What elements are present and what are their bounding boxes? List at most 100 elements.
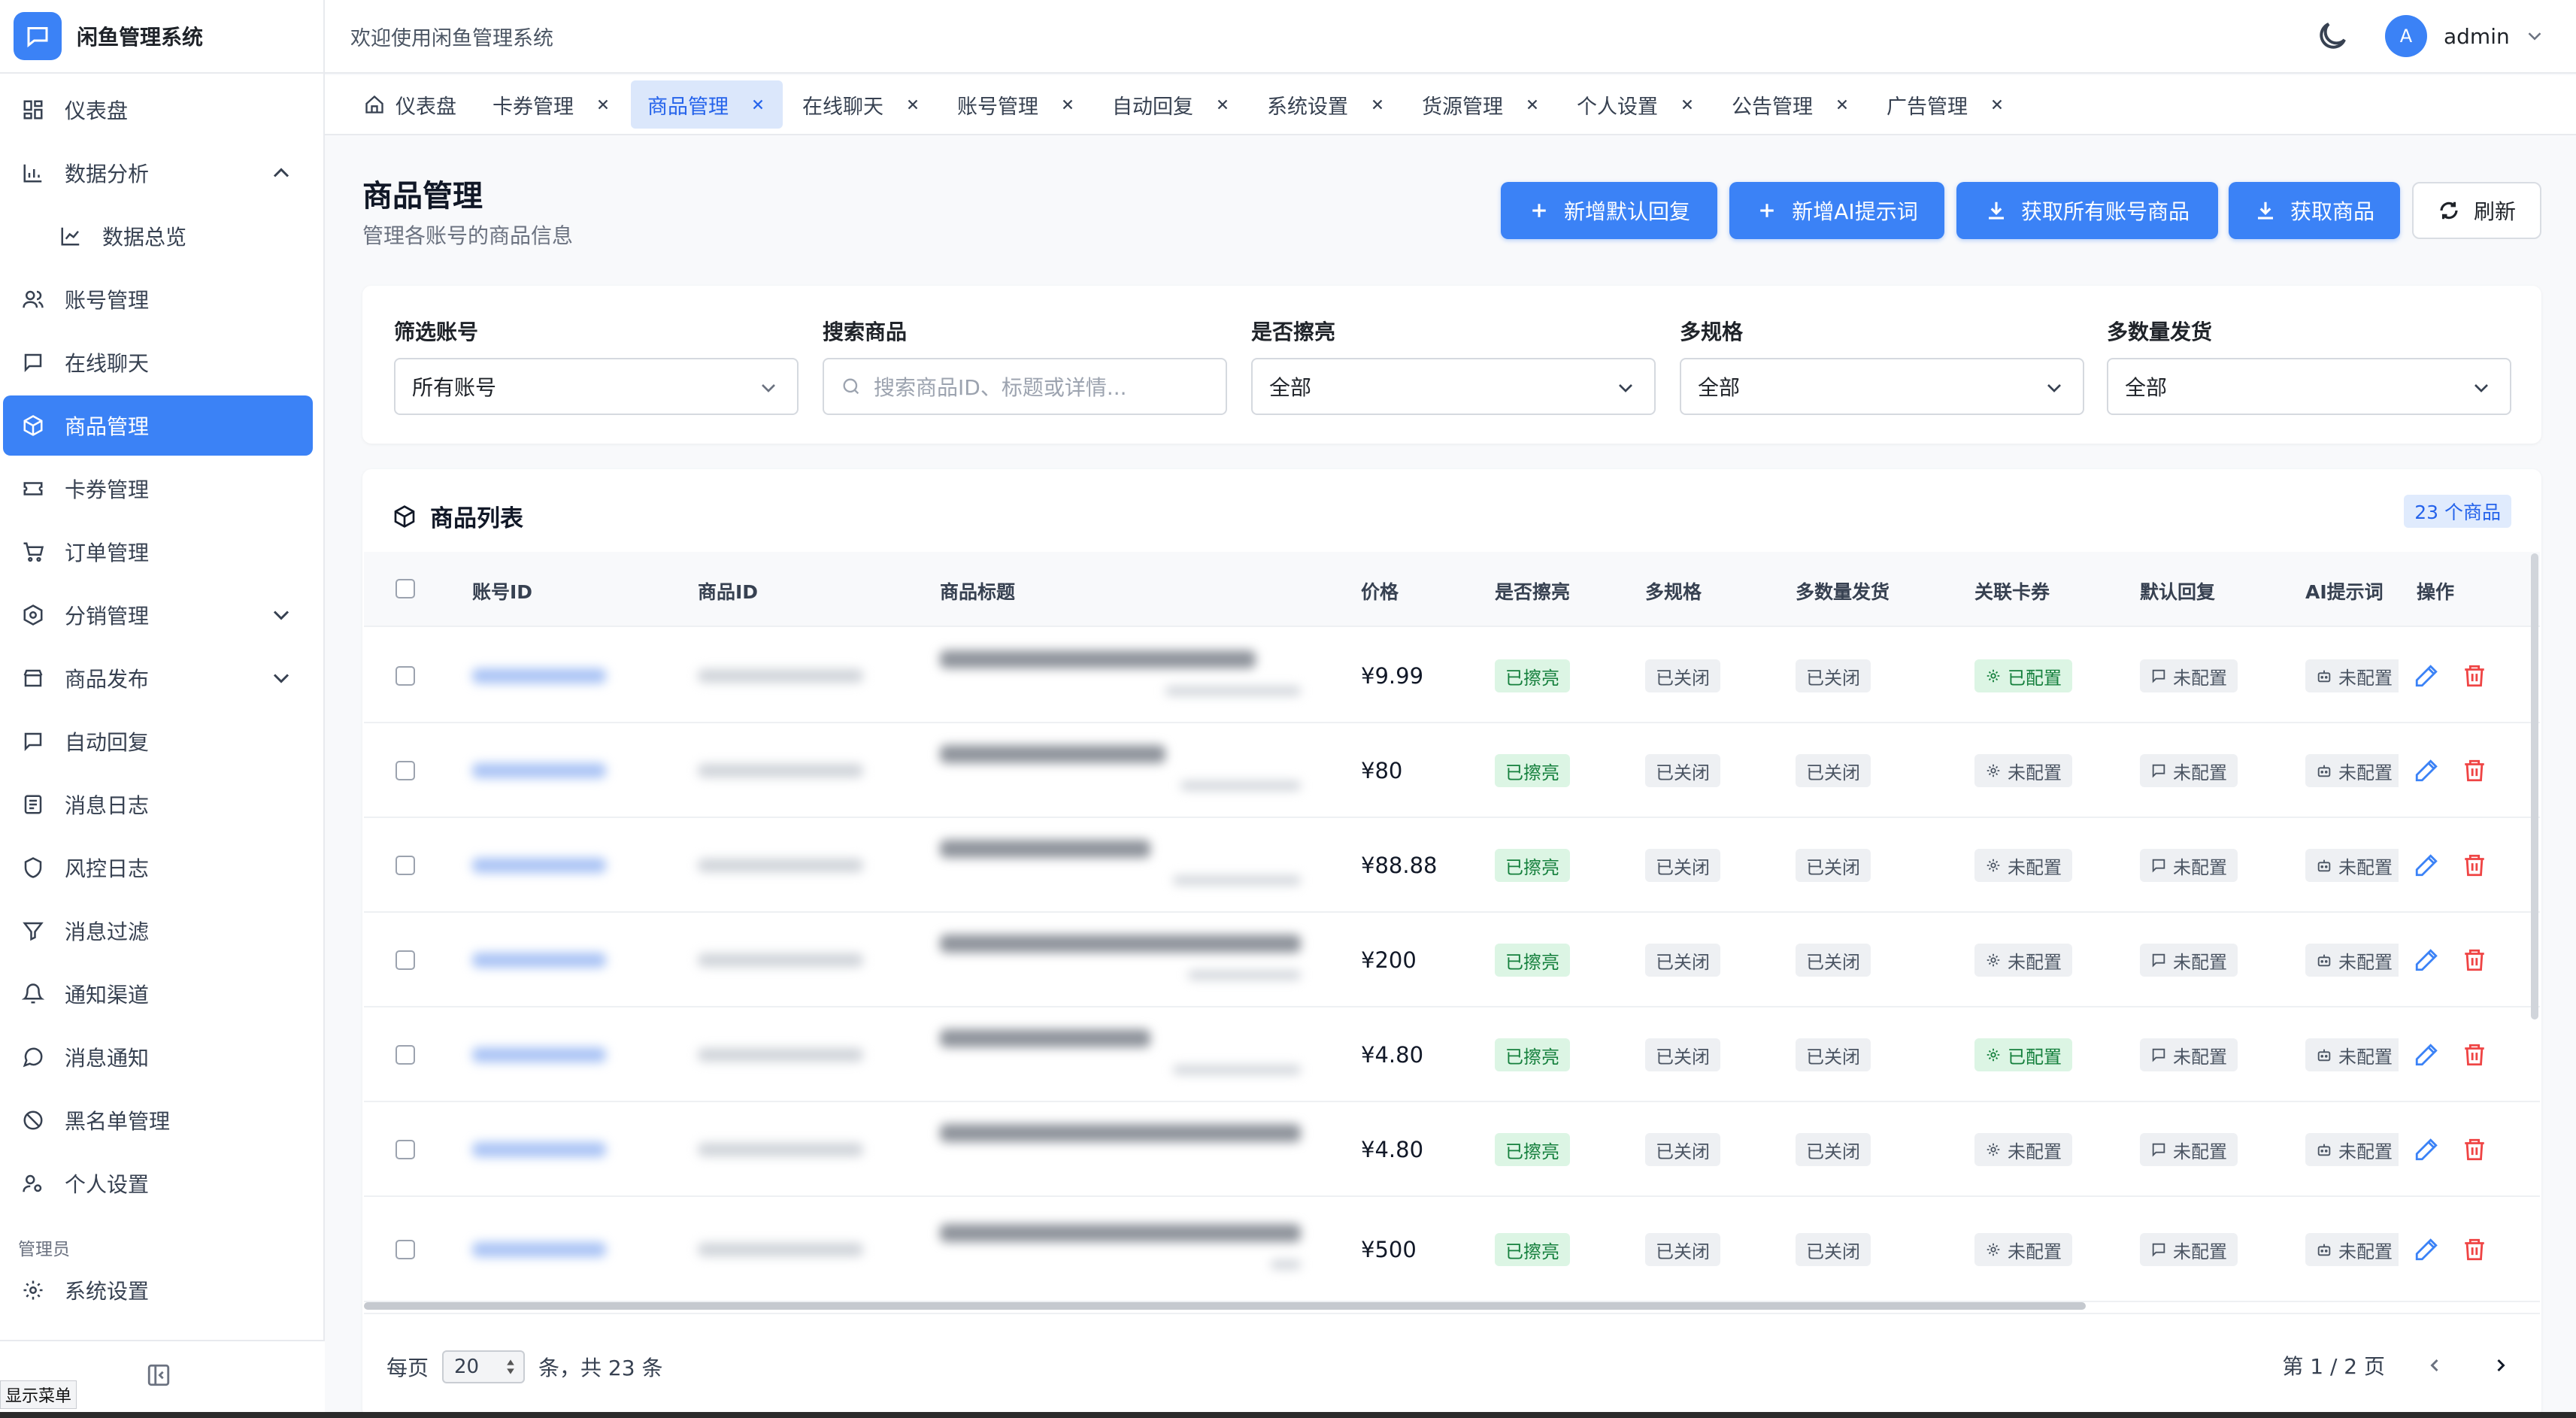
prev-page-button[interactable] <box>2418 1349 2451 1382</box>
polished-select[interactable]: 全部 <box>1251 358 1656 415</box>
sidebar-item-accounts[interactable]: 账号管理 <box>3 269 313 329</box>
fetch-all-products-button[interactable]: 获取所有账号商品 <box>1956 182 2218 239</box>
account-id-link[interactable] <box>472 668 606 683</box>
sidebar-item-message-log[interactable]: 消息日志 <box>3 774 313 835</box>
account-id-link[interactable] <box>472 1142 606 1157</box>
account-id-link[interactable] <box>472 1242 606 1257</box>
default-reply-badge[interactable]: 未配置 <box>2140 944 2238 977</box>
delete-icon[interactable] <box>2462 663 2487 689</box>
sidebar-item-products[interactable]: 商品管理 <box>3 395 313 456</box>
default-reply-badge[interactable]: 未配置 <box>2140 1038 2238 1071</box>
tab-ads[interactable]: 广告管理 <box>1870 80 2022 129</box>
ai-prompt-badge[interactable]: 未配置 <box>2305 1133 2399 1166</box>
sidebar-item-blacklist[interactable]: 黑名单管理 <box>3 1090 313 1150</box>
tab-dashboard[interactable]: 仪表盘 <box>347 80 473 129</box>
close-icon[interactable] <box>1989 96 2005 113</box>
edit-icon[interactable] <box>2414 947 2439 973</box>
card-badge[interactable]: 已配置 <box>1974 1038 2072 1071</box>
delete-icon[interactable] <box>2462 853 2487 878</box>
delete-icon[interactable] <box>2462 947 2487 973</box>
card-badge[interactable]: 未配置 <box>1974 1133 2072 1166</box>
multi-spec-select[interactable]: 全部 <box>1680 358 2084 415</box>
default-reply-badge[interactable]: 未配置 <box>2140 1233 2238 1266</box>
horizontal-scrollbar[interactable] <box>364 1302 2086 1310</box>
default-reply-badge[interactable]: 未配置 <box>2140 849 2238 882</box>
card-badge[interactable]: 已配置 <box>1974 659 2072 692</box>
default-reply-badge[interactable]: 未配置 <box>2140 754 2238 787</box>
close-icon[interactable] <box>750 96 766 113</box>
delete-icon[interactable] <box>2462 1042 2487 1068</box>
close-icon[interactable] <box>905 96 921 113</box>
sidebar-item-auto-reply[interactable]: 自动回复 <box>3 711 313 771</box>
delete-icon[interactable] <box>2462 1137 2487 1162</box>
row-checkbox[interactable] <box>395 1240 415 1259</box>
ai-prompt-badge[interactable]: 未配置 <box>2305 1233 2399 1266</box>
moon-icon[interactable] <box>2314 18 2350 54</box>
close-icon[interactable] <box>1059 96 1076 113</box>
page-size-select[interactable]: 20 <box>442 1350 526 1383</box>
edit-icon[interactable] <box>2414 663 2439 689</box>
sidebar-item-notify-channel[interactable]: 通知渠道 <box>3 964 313 1024</box>
edit-icon[interactable] <box>2414 758 2439 783</box>
ai-prompt-badge[interactable]: 未配置 <box>2305 849 2399 882</box>
user-menu[interactable]: A admin <box>2385 12 2546 60</box>
close-icon[interactable] <box>1214 96 1231 113</box>
close-icon[interactable] <box>595 96 611 113</box>
account-id-link[interactable] <box>472 1047 606 1062</box>
sidebar-collapse-icon[interactable] <box>146 1362 171 1388</box>
sidebar-item-chat[interactable]: 在线聊天 <box>3 332 313 392</box>
sidebar-item-orders[interactable]: 订单管理 <box>3 522 313 582</box>
row-checkbox[interactable] <box>395 666 415 686</box>
add-ai-prompt-button[interactable]: 新增AI提示词 <box>1729 182 1944 239</box>
ai-prompt-badge[interactable]: 未配置 <box>2305 1038 2399 1071</box>
next-page-button[interactable] <box>2484 1349 2517 1382</box>
sidebar-item-publish[interactable]: 商品发布 <box>3 648 313 708</box>
sidebar-item-system-settings[interactable]: 系统设置 <box>3 1260 313 1320</box>
card-badge[interactable]: 未配置 <box>1974 849 2072 882</box>
ai-prompt-badge[interactable]: 未配置 <box>2305 754 2399 787</box>
edit-icon[interactable] <box>2414 1137 2439 1162</box>
ai-prompt-badge[interactable]: 未配置 <box>2305 944 2399 977</box>
delete-icon[interactable] <box>2462 758 2487 783</box>
account-id-link[interactable] <box>472 858 606 873</box>
sidebar-item-dashboard[interactable]: 仪表盘 <box>3 80 313 140</box>
row-checkbox[interactable] <box>395 1045 415 1065</box>
tab-supply[interactable]: 货源管理 <box>1405 80 1557 129</box>
refresh-button[interactable]: 刷新 <box>2412 182 2541 239</box>
sidebar-item-message-filter[interactable]: 消息过滤 <box>3 901 313 961</box>
tab-chat[interactable]: 在线聊天 <box>786 80 938 129</box>
sidebar-item-cards[interactable]: 卡券管理 <box>3 459 313 519</box>
default-reply-badge[interactable]: 未配置 <box>2140 659 2238 692</box>
close-icon[interactable] <box>1369 96 1386 113</box>
edit-icon[interactable] <box>2414 1042 2439 1068</box>
sidebar-item-message-notify[interactable]: 消息通知 <box>3 1027 313 1087</box>
row-checkbox[interactable] <box>395 950 415 970</box>
tab-cards[interactable]: 卡券管理 <box>476 80 628 129</box>
row-checkbox[interactable] <box>395 856 415 875</box>
close-icon[interactable] <box>1524 96 1541 113</box>
ai-prompt-badge[interactable]: 未配置 <box>2305 659 2399 692</box>
vertical-scrollbar[interactable] <box>2531 553 2538 1020</box>
tab-personal-settings[interactable]: 个人设置 <box>1560 80 1712 129</box>
tab-accounts[interactable]: 账号管理 <box>941 80 1093 129</box>
close-icon[interactable] <box>1834 96 1850 113</box>
tab-auto-reply[interactable]: 自动回复 <box>1096 80 1247 129</box>
edit-icon[interactable] <box>2414 853 2439 878</box>
search-input[interactable]: 搜索商品ID、标题或详情... <box>823 358 1227 415</box>
delete-icon[interactable] <box>2462 1237 2487 1262</box>
fetch-products-button[interactable]: 获取商品 <box>2229 182 2400 239</box>
tab-announcements[interactable]: 公告管理 <box>1715 80 1867 129</box>
close-icon[interactable] <box>1679 96 1696 113</box>
account-id-link[interactable] <box>472 953 606 968</box>
select-all-checkbox[interactable] <box>395 579 415 598</box>
account-select[interactable]: 所有账号 <box>394 358 799 415</box>
add-default-reply-button[interactable]: 新增默认回复 <box>1501 182 1717 239</box>
row-checkbox[interactable] <box>395 761 415 780</box>
row-checkbox[interactable] <box>395 1140 415 1159</box>
account-id-link[interactable] <box>472 763 606 778</box>
sidebar-item-risk-log[interactable]: 风控日志 <box>3 838 313 898</box>
edit-icon[interactable] <box>2414 1237 2439 1262</box>
multi-qty-select[interactable]: 全部 <box>2107 358 2511 415</box>
tab-products[interactable]: 商品管理 <box>631 80 783 129</box>
sidebar-item-distribution[interactable]: 分销管理 <box>3 585 313 645</box>
